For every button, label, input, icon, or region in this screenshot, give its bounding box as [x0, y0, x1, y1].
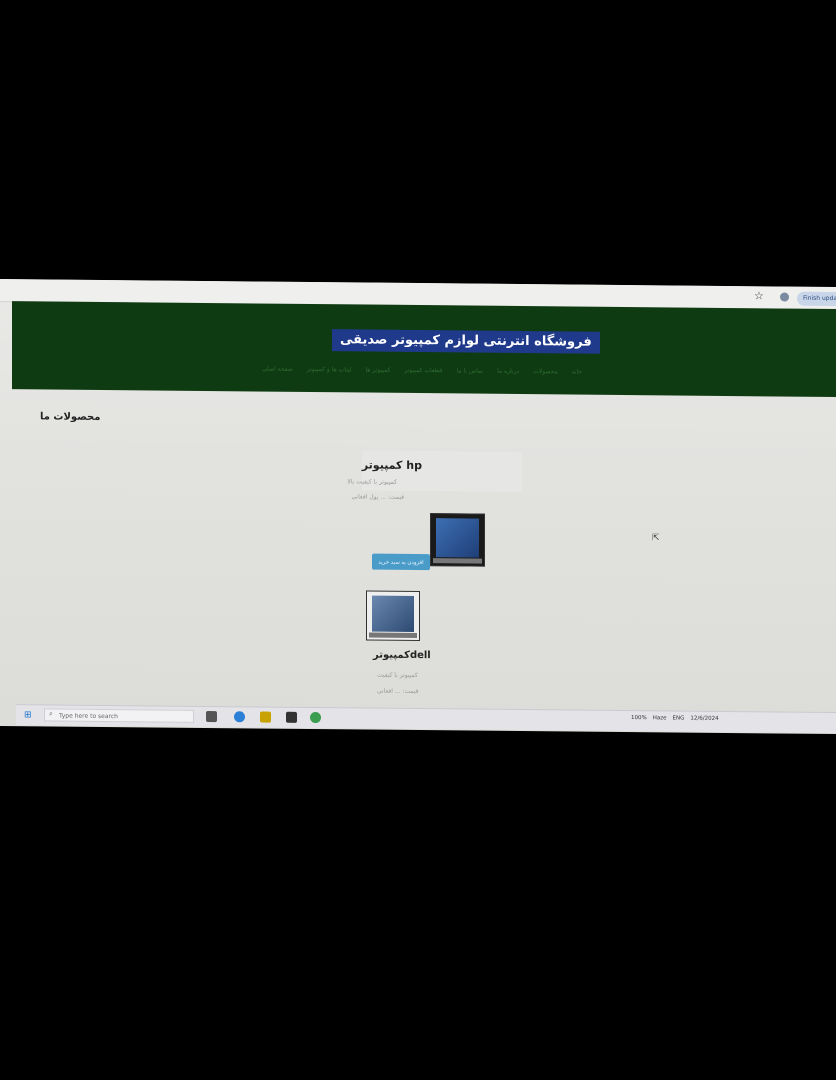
bookmark-star-icon[interactable]: ☆	[754, 289, 764, 302]
add-to-cart-button[interactable]: افزودن به سبد خرید	[372, 553, 430, 571]
nav-item-computers[interactable]: کمپیوتر ها	[365, 367, 390, 374]
mouse-cursor-icon: ⇱	[652, 533, 660, 544]
product-name: dellکمپیوتر	[373, 649, 431, 662]
profile-avatar-icon[interactable]	[780, 292, 789, 302]
nav-item-products[interactable]: محصولات	[533, 368, 557, 375]
product-image-dell[interactable]	[366, 590, 420, 642]
laptop-base-graphic	[433, 558, 482, 564]
product-name: hp کمپیوتر	[361, 458, 422, 473]
laptop-base-graphic	[369, 632, 417, 639]
laptop-screen-graphic	[372, 595, 414, 632]
nav-item-contact[interactable]: تماس با ما	[457, 367, 484, 374]
windows-taskbar: ⊞ Type here to search ⌕ 100% Haze ENG 12…	[16, 704, 836, 734]
weather-text[interactable]: Haze	[653, 715, 667, 721]
windows-start-icon[interactable]: ⊞	[24, 710, 32, 720]
product-description: کمپیوتر با کیفیت بالا	[347, 478, 397, 486]
product-card-hp: hp کمپیوتر کمپیوتر با کیفیت بالا قیمت: .…	[347, 450, 522, 501]
nav-item-about[interactable]: درباره ما	[497, 368, 519, 375]
language-indicator[interactable]: ENG	[673, 715, 685, 721]
nav-item-laptops[interactable]: لپتاپ ها و کمپیوتر	[307, 366, 352, 373]
store-icon[interactable]	[286, 711, 297, 723]
nav-item-parts[interactable]: قطعات کمپیوتر	[404, 367, 442, 374]
product-image-hp[interactable]	[430, 513, 485, 567]
product-price: قیمت: ... پول افغانی	[351, 493, 404, 501]
nav-item-home[interactable]: صفحه اصلی	[262, 366, 293, 373]
clock-date[interactable]: 12/6/2024	[690, 716, 718, 722]
nav-item-main[interactable]: خانه	[572, 368, 582, 375]
product-description: کمپیوتر با کیفیت	[377, 671, 418, 680]
finish-update-button[interactable]: Finish update	[797, 291, 836, 307]
chrome-browser-icon[interactable]	[310, 711, 321, 724]
taskbar-search-input[interactable]: Type here to search	[44, 708, 194, 723]
edge-browser-icon[interactable]	[234, 711, 245, 723]
monitor-screen: ☆ Finish update فروشگاه انترنتی لوازم کم…	[0, 279, 836, 735]
zoom-level: 100%	[631, 715, 647, 722]
file-explorer-icon[interactable]	[260, 711, 271, 723]
site-header: فروشگاه انترنتی لوازم کمپیوتر صدیقی صفحه…	[12, 301, 836, 398]
laptop-screen-graphic	[436, 518, 479, 558]
product-price: قیمت: ... افغانی	[377, 687, 419, 696]
nav-menu: صفحه اصلی لپتاپ ها و کمپیوتر کمپیوتر ها …	[262, 366, 582, 376]
products-heading: محصولات ما	[40, 411, 101, 423]
site-title: فروشگاه انترنتی لوازم کمپیوتر صدیقی	[332, 329, 600, 354]
task-view-icon[interactable]	[206, 710, 217, 723]
system-tray: 100% Haze ENG 12/6/2024	[631, 715, 719, 722]
search-icon: ⌕	[49, 709, 53, 718]
